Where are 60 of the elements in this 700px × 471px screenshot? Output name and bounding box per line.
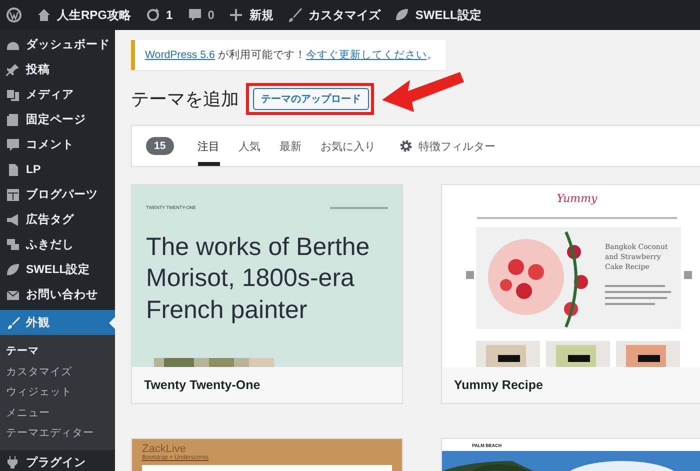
wordpress-logo-icon[interactable] [6,7,22,23]
admin-bar-item[interactable]: 0 [186,7,214,23]
sidebar-item[interactable]: 固定ページ [0,107,115,132]
notice-link[interactable]: WordPress 5.6 [145,49,215,61]
submenu-item[interactable]: メニュー [0,402,115,423]
theme-name: Twenty Twenty-One [132,367,402,403]
page-title: テーマを追加 [131,88,239,111]
theme-count: 15 [146,137,174,155]
brush-icon [6,316,20,330]
sidebar-item[interactable]: 投稿 [0,57,115,82]
media-icon [6,88,20,102]
pin-icon [6,62,20,76]
filter-tab[interactable]: お気に入り [320,126,376,166]
admin-bar-item[interactable]: 新規 [228,6,274,24]
headline: The works of Berthe Morisot, 1800s-era French painter [146,232,371,326]
sidebar-item[interactable]: コメント [0,132,115,157]
sidebar-item[interactable]: 外観 [0,310,115,335]
plug-icon [6,455,20,469]
filter-tab[interactable]: 最新 [280,126,302,166]
leaf-icon [394,7,410,23]
gear-icon [398,139,413,153]
sidebar-item[interactable]: 広告タグ [0,207,115,232]
plus-icon [228,7,244,23]
submenu-item[interactable]: カスタマイズ [0,362,115,382]
brush-icon [287,7,304,23]
notice-link[interactable]: 今すぐ更新してください [306,49,427,61]
submenu-item[interactable]: ウィジェット [0,382,115,402]
sidebar-item[interactable]: お問い合わせ [0,282,115,307]
site-logo: Yummy [556,192,598,205]
home-icon [36,7,52,23]
pages-icon [6,112,20,126]
speech-bubbles-icon [6,238,20,252]
comment-icon [6,138,20,152]
megaphone-icon [6,212,20,226]
filter-tab[interactable]: 注目 [198,126,220,166]
admin-bar-item[interactable]: カスタマイズ [287,6,380,24]
sidebar-item[interactable]: ふきだし [0,232,115,257]
layout-icon [6,188,20,202]
feature-filter-link[interactable]: 特徴フィルター [398,138,496,154]
admin-bar-item[interactable]: 1 [145,7,173,23]
update-notice: WordPress 5.6 が利用可能です！今すぐ更新してください。 [131,40,446,70]
submenu-item[interactable]: テーマ [0,341,115,362]
site-title: ZackLive [142,443,186,455]
sidebar-item[interactable]: LP [0,157,115,182]
sidebar-item[interactable]: ダッシュボード [0,32,115,57]
refresh-icon [145,7,162,23]
page-icon [6,162,20,176]
theme-name: Yummy Recipe [442,367,700,403]
admin-bar-item[interactable]: 人生RPG攻略 [36,6,132,24]
filter-tab[interactable]: 人気 [238,126,261,166]
admin-bar-item[interactable]: SWELL設定 [394,6,482,24]
text-lines-drawing [605,285,671,307]
leaf-icon [6,262,20,276]
submenu-item[interactable]: テーマエディター [0,423,115,444]
upload-theme-button[interactable]: テーマのアップロード [253,88,369,110]
sidebar-item[interactable]: プラグイン [0,450,115,471]
sidebar-item[interactable]: SWELL設定 [0,257,115,282]
comment-icon [186,7,203,23]
sidebar-item[interactable]: メディア [0,82,115,107]
sidebar-item[interactable]: ブログパーツ [0,182,115,207]
